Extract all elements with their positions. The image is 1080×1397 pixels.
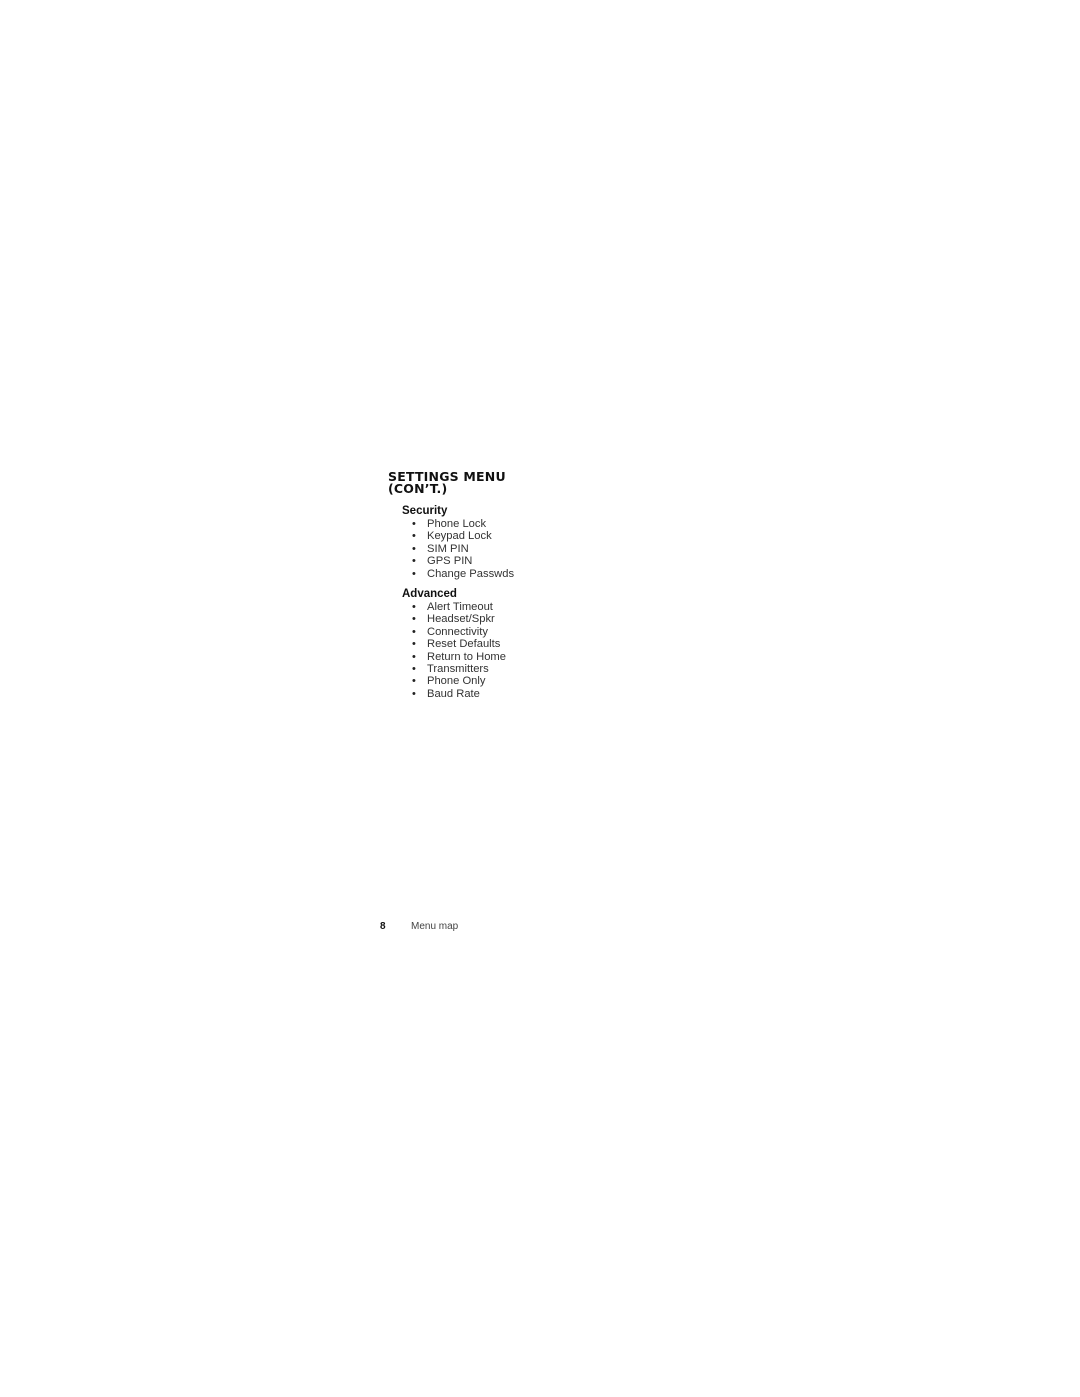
security-list: • Phone Lock • Keypad Lock • SIM PIN • GPS P… xyxy=(402,518,514,580)
list-item: • Alert Timeout xyxy=(412,601,493,613)
list-item: • Transmitters xyxy=(412,663,489,676)
section-heading-security: Security xyxy=(402,505,448,517)
bullet-icon: • xyxy=(412,567,416,580)
bullet-icon: • xyxy=(412,542,416,555)
list-item: • Connectivity xyxy=(412,625,488,638)
list-item: • SIM PIN xyxy=(412,542,469,555)
bullet-icon: • xyxy=(412,675,416,688)
list-item: • Phone Lock xyxy=(412,518,487,530)
footer-section-label: Menu map xyxy=(411,921,459,932)
title-line-2: (CON’T.) xyxy=(388,481,448,496)
bullet-icon: • xyxy=(412,650,416,663)
bullet-icon: • xyxy=(412,625,416,638)
list-item: • Keypad Lock xyxy=(412,530,492,543)
section-heading-advanced: Advanced xyxy=(402,588,457,600)
list-item: • Reset Defaults xyxy=(412,638,501,651)
advanced-section: Advanced • Alert Timeout • Headset/Spkr • C… xyxy=(402,588,506,700)
list-item: • Phone Only xyxy=(412,675,486,688)
page-title: SETTINGS MENU (CON’T.) xyxy=(388,470,506,496)
list-item: • Headset/Spkr xyxy=(412,613,495,626)
bullet-icon: • xyxy=(412,687,416,700)
bullet-icon: • xyxy=(412,601,416,613)
list-item: • Return to Home xyxy=(412,650,506,663)
advanced-list: • Alert Timeout • Headset/Spkr • Connectivi… xyxy=(402,601,506,700)
bullet-icon: • xyxy=(412,518,416,530)
bullet-icon: • xyxy=(412,613,416,626)
list-item: • Baud Rate xyxy=(412,687,480,700)
bullet-icon: • xyxy=(412,663,416,676)
bullet-icon: • xyxy=(412,530,416,543)
bullet-icon: • xyxy=(412,638,416,651)
bullet-icon: • xyxy=(412,555,416,568)
list-item: • Change Passwds xyxy=(412,567,515,580)
page-number: 8 xyxy=(380,921,386,932)
security-section: Security • Phone Lock • Keypad Lock • SIM P… xyxy=(402,505,514,580)
list-item: • GPS PIN xyxy=(412,555,473,568)
